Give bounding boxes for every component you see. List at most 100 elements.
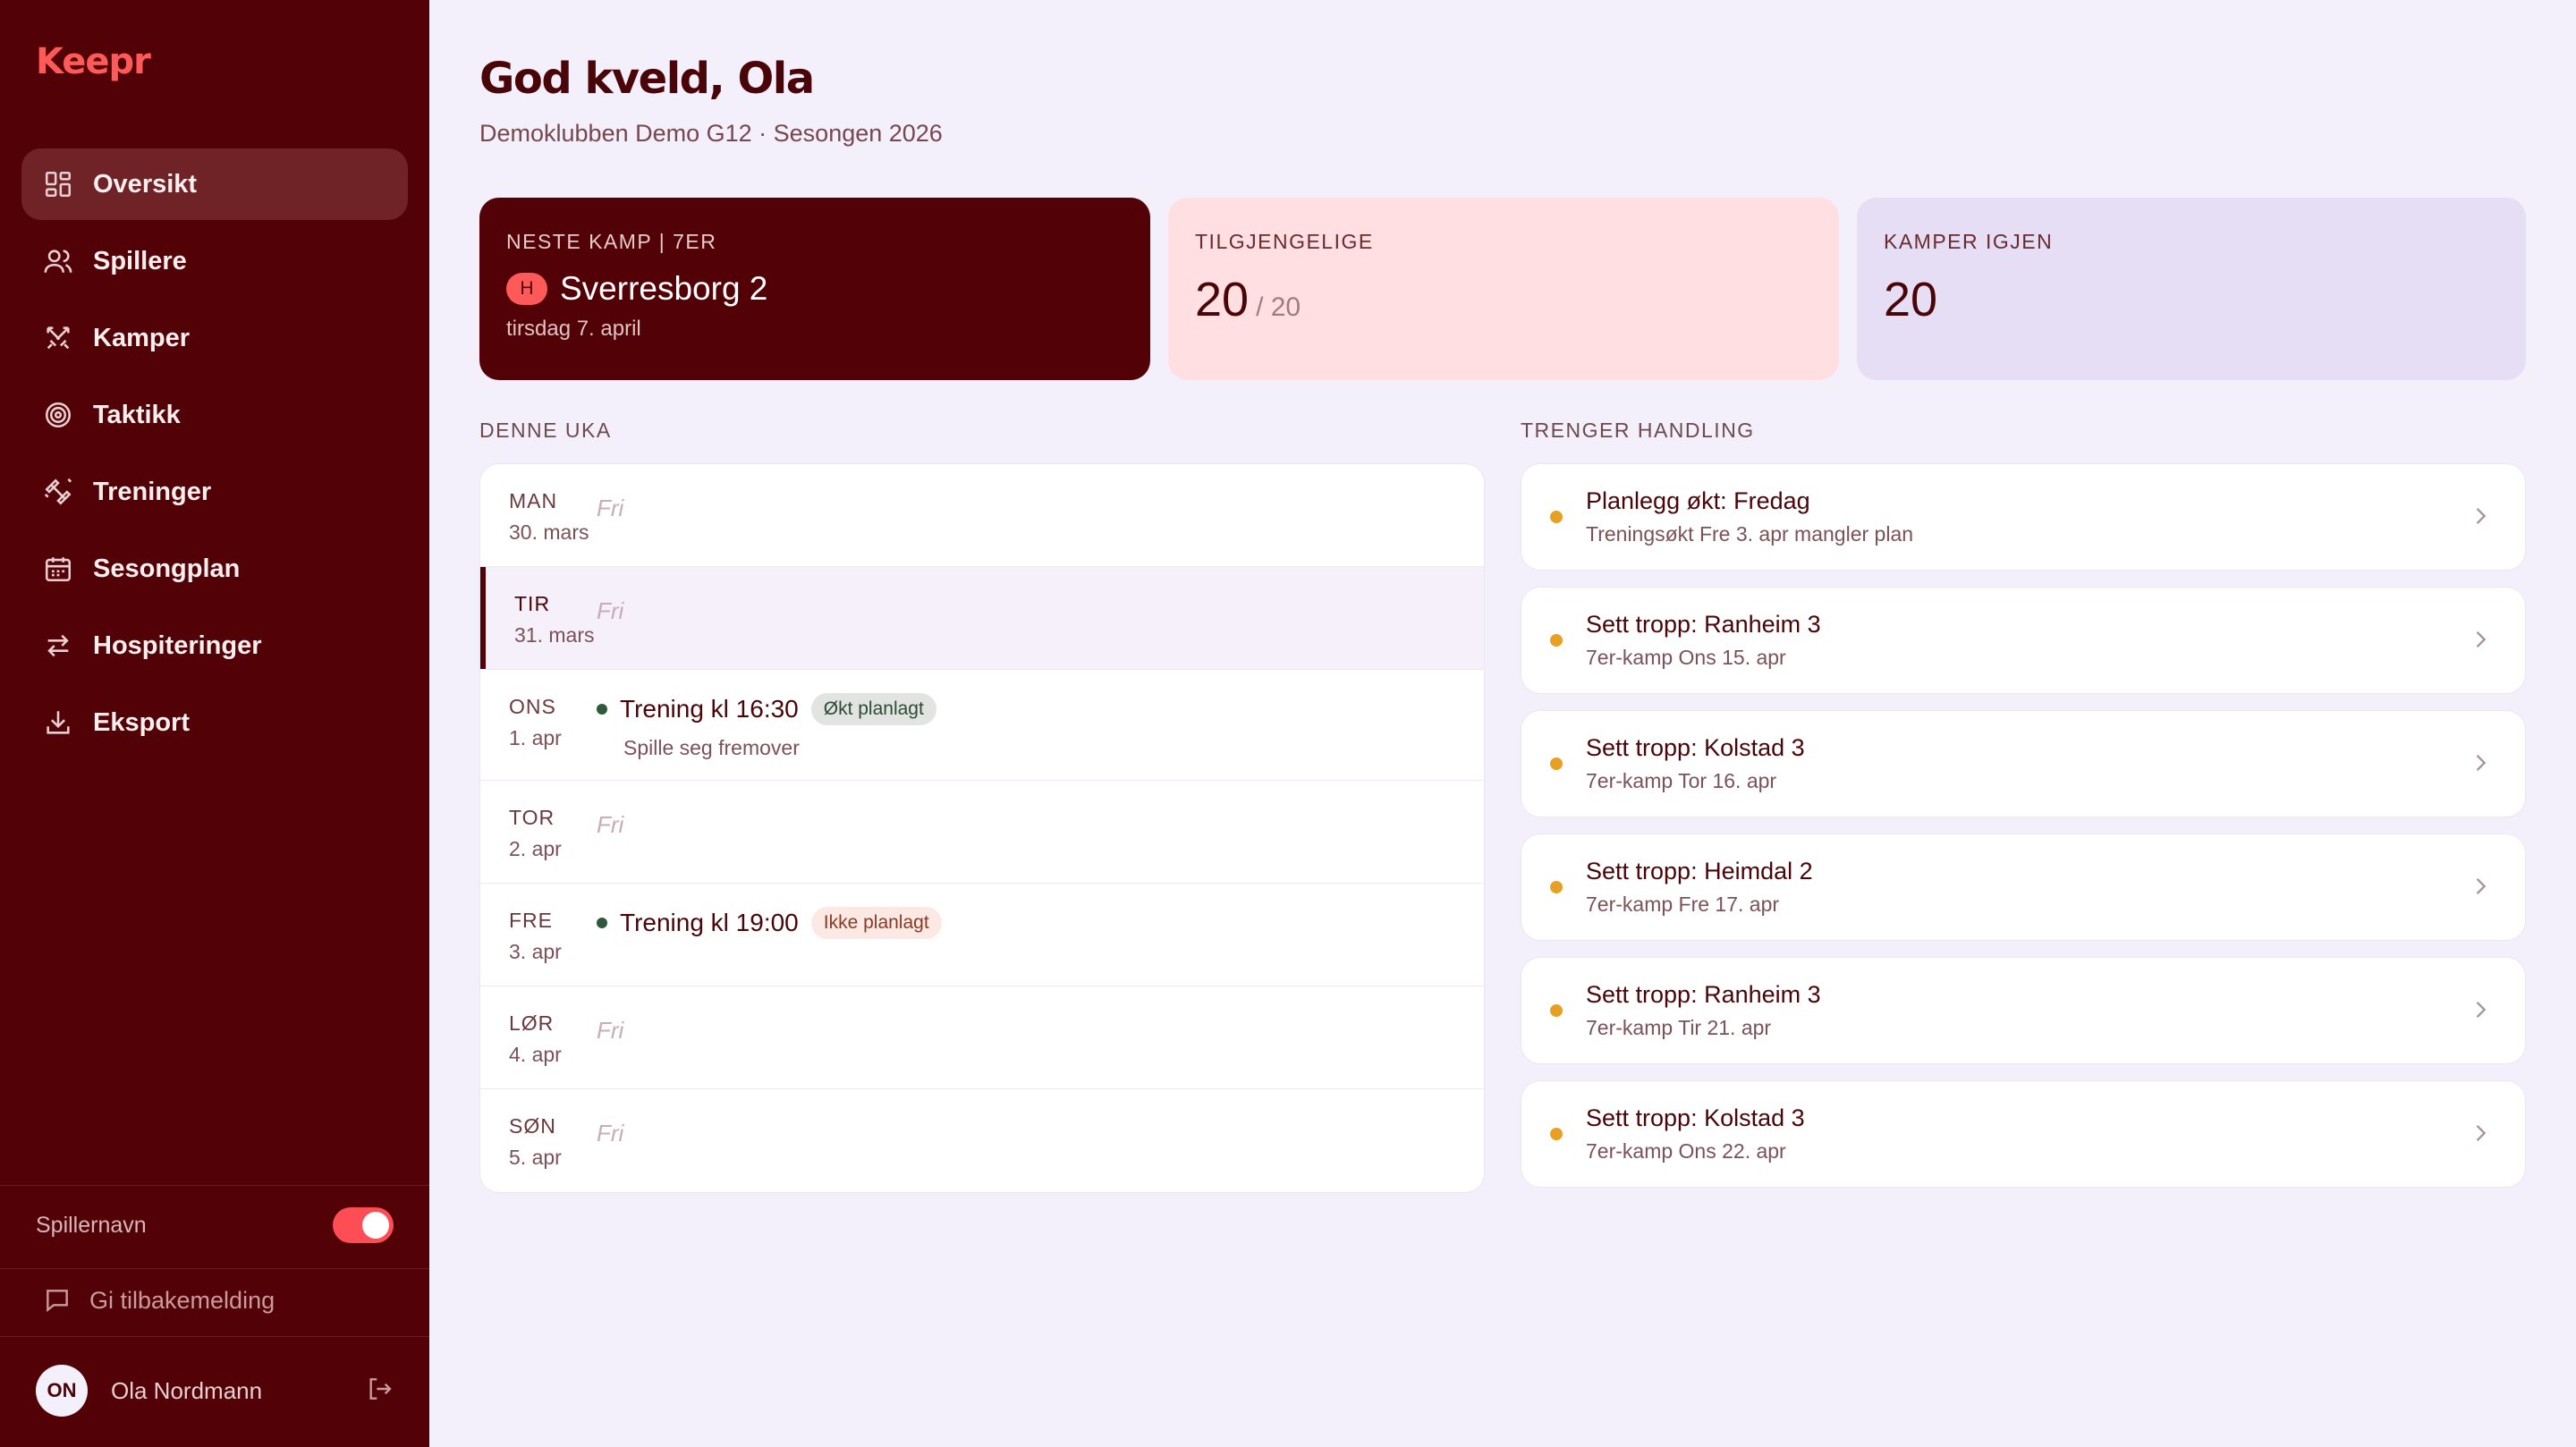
chevron-right-icon <box>2468 874 2493 899</box>
day-row-fri[interactable]: FRE 3. apr Trening kl 19:00 Ikke planlag… <box>480 884 1484 986</box>
sidebar-divider <box>0 1336 429 1337</box>
day-name: LØR <box>509 1011 555 1035</box>
day-content: Fri <box>597 1089 623 1147</box>
day-col: ONS 1. apr <box>480 670 597 750</box>
chevron-right-icon <box>2468 997 2493 1022</box>
player-names-toggle-row: Spillernavn <box>36 1198 394 1252</box>
sidebar-item-label: Spillere <box>93 246 187 275</box>
match-date: tirsdag 7. april <box>506 317 641 341</box>
toggle-knob <box>362 1212 389 1239</box>
action-title: Sett tropp: Ranheim 3 <box>1586 981 1821 1008</box>
dumbbell-icon <box>43 477 73 507</box>
day-content: Fri <box>597 567 623 625</box>
card-title: NESTE KAMP | 7ER <box>506 230 717 253</box>
action-item[interactable]: Sett tropp: Ranheim 3 7er-kamp Ons 15. a… <box>1521 587 2526 694</box>
day-content: Fri <box>597 781 623 839</box>
user-row: ON Ola Nordmann <box>36 1365 394 1417</box>
pending-dot <box>1550 881 1563 893</box>
action-item[interactable]: Sett tropp: Kolstad 3 7er-kamp Tor 16. a… <box>1521 710 2526 817</box>
day-date: 2. apr <box>509 837 562 860</box>
sidebar-item-eksport[interactable]: Eksport <box>21 687 408 758</box>
week-section-title: DENNE UKA <box>479 419 612 442</box>
day-name: SØN <box>509 1114 556 1138</box>
free-label: Fri <box>597 1120 624 1147</box>
action-text: Sett tropp: Ranheim 3 7er-kamp Tir 21. a… <box>1586 981 1821 1040</box>
day-col: SØN 5. apr <box>480 1089 597 1170</box>
action-subtitle: Treningsøkt Fre 3. apr mangler plan <box>1586 522 1914 546</box>
dashboard-icon <box>43 169 73 199</box>
day-content: Trening kl 16:30 Økt planlagt Spille seg… <box>597 670 936 760</box>
event-title: Trening kl 19:00 <box>620 909 799 936</box>
logo[interactable]: Keepr <box>36 41 151 82</box>
available-total: / 20 <box>1256 292 1301 322</box>
home-badge: H <box>506 273 547 305</box>
sidebar-item-label: Treninger <box>93 477 212 506</box>
event-line: Trening kl 16:30 Økt planlagt <box>597 693 936 725</box>
event-title: Trening kl 16:30 <box>620 695 799 723</box>
event-subtitle: Spille seg fremover <box>623 736 800 759</box>
free-label: Fri <box>597 1017 624 1044</box>
page-subtitle: Demoklubben Demo G12 · Sesongen 2026 <box>479 120 943 147</box>
action-item[interactable]: Sett tropp: Kolstad 3 7er-kamp Ons 22. a… <box>1521 1080 2526 1188</box>
download-icon <box>43 707 73 738</box>
day-col: LØR 4. apr <box>480 986 597 1067</box>
day-content: Fri <box>597 464 623 522</box>
swap-arrows-icon <box>43 630 73 661</box>
target-icon <box>43 400 73 430</box>
day-name: TIR <box>514 592 551 615</box>
day-row-mon[interactable]: MAN 30. mars Fri <box>480 464 1484 567</box>
pending-dot <box>1550 634 1563 647</box>
matches-left-value: 20 <box>1884 273 1938 326</box>
summary-cards: NESTE KAMP | 7ER H Sverresborg 2 tirsdag… <box>479 198 2526 380</box>
chat-icon <box>47 1290 68 1313</box>
card-title: TILGJENGELIGE <box>1195 230 1374 253</box>
logout-icon[interactable] <box>365 1375 394 1408</box>
player-names-toggle[interactable] <box>333 1207 394 1243</box>
pending-dot <box>1550 511 1563 523</box>
day-name: ONS <box>509 695 556 718</box>
sidebar-item-spillere[interactable]: Spillere <box>21 225 408 297</box>
day-row-sat[interactable]: LØR 4. apr Fri <box>480 986 1484 1089</box>
chevron-right-icon <box>2468 750 2493 775</box>
day-row-sun[interactable]: SØN 5. apr Fri <box>480 1089 1484 1192</box>
sidebar-item-oversikt[interactable]: Oversikt <box>21 148 408 220</box>
available-players-card[interactable]: TILGJENGELIGE 20/ 20 <box>1168 198 1839 380</box>
toggle-label: Spillernavn <box>36 1212 147 1238</box>
pending-dot <box>1550 757 1563 770</box>
day-date: 30. mars <box>509 520 589 544</box>
action-item[interactable]: Planlegg økt: Fredag Treningsøkt Fre 3. … <box>1521 463 2526 571</box>
chevron-right-icon <box>2468 627 2493 652</box>
page-title: God kveld, Ola <box>479 54 815 104</box>
action-title: Planlegg økt: Fredag <box>1586 487 1810 514</box>
sidebar-item-taktikk[interactable]: Taktikk <box>21 379 408 451</box>
sidebar-item-hospiteringer[interactable]: Hospiteringer <box>21 610 408 681</box>
event-dot <box>597 704 607 715</box>
matches-left-card[interactable]: KAMPER IGJEN 20 <box>1857 198 2526 380</box>
sidebar-item-kamper[interactable]: Kamper <box>21 302 408 374</box>
day-row-tue[interactable]: TIR 31. mars Fri <box>480 567 1484 670</box>
crossed-swords-icon <box>43 323 73 353</box>
free-label: Fri <box>597 495 624 521</box>
sidebar-item-sesongplan[interactable]: Sesongplan <box>21 533 408 605</box>
day-name: TOR <box>509 806 555 829</box>
card-title: KAMPER IGJEN <box>1884 230 2054 253</box>
day-row-thu[interactable]: TOR 2. apr Fri <box>480 781 1484 884</box>
action-item[interactable]: Sett tropp: Ranheim 3 7er-kamp Tir 21. a… <box>1521 957 2526 1064</box>
avatar[interactable]: ON <box>36 1365 88 1417</box>
day-content: Fri <box>597 986 623 1045</box>
pending-dot <box>1550 1004 1563 1017</box>
action-subtitle: 7er-kamp Ons 15. apr <box>1586 646 1786 669</box>
feedback-button[interactable]: Gi tilbakemelding <box>43 1275 275 1325</box>
match-line: H Sverresborg 2 <box>506 270 1123 308</box>
next-match-card[interactable]: NESTE KAMP | 7ER H Sverresborg 2 tirsdag… <box>479 198 1150 380</box>
chevron-right-icon <box>2468 503 2493 529</box>
day-col: TOR 2. apr <box>480 781 597 861</box>
match-opponent: Sverresborg 2 <box>560 270 768 307</box>
day-col: FRE 3. apr <box>480 884 597 964</box>
action-item[interactable]: Sett tropp: Heimdal 2 7er-kamp Fre 17. a… <box>1521 834 2526 941</box>
action-title: Sett tropp: Heimdal 2 <box>1586 858 1813 884</box>
sidebar: Keepr Oversikt Spillere Kamper Taktikk T… <box>0 0 429 1447</box>
status-badge: Ikke planlagt <box>810 907 942 939</box>
sidebar-item-treninger[interactable]: Treninger <box>21 456 408 528</box>
day-row-wed[interactable]: ONS 1. apr Trening kl 16:30 Økt planlagt… <box>480 670 1484 781</box>
